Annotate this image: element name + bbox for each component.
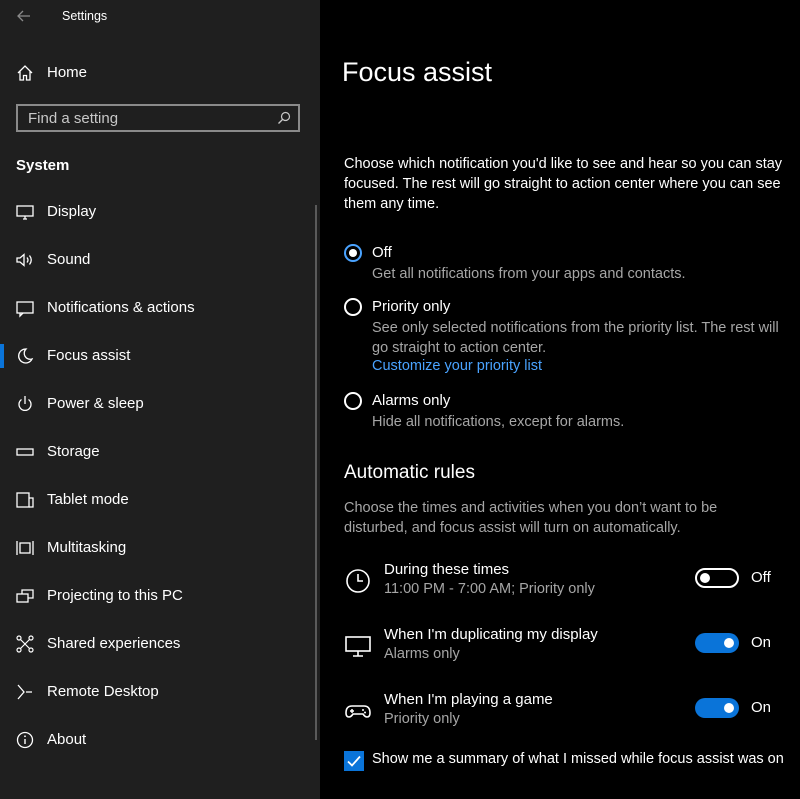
sidebar-item-sound[interactable]: Sound [0,240,316,280]
rule-toggle-playing-game[interactable] [695,698,739,718]
toggle-state: On [751,634,772,651]
speaker-icon [14,249,36,271]
sidebar-item-label: Sound [47,251,91,268]
rule-toggle-duplicating-display[interactable] [695,633,739,653]
sidebar-item-label: Remote Desktop [47,683,159,700]
rule-title: When I'm playing a game [384,691,553,708]
rule-playing-game[interactable]: When I'm playing a game Priority only On [344,691,794,741]
radio-priority-only[interactable] [344,298,362,316]
title-bar: Settings [0,0,320,34]
sidebar-item-remote-desktop[interactable]: Remote Desktop [0,672,316,712]
projecting-icon [14,585,36,607]
tablet-icon [14,489,36,511]
summary-checkbox[interactable] [344,751,364,771]
search-icon[interactable] [276,110,292,126]
sidebar-item-notifications[interactable]: Notifications & actions [0,288,316,328]
remote-desktop-icon [14,681,36,703]
sidebar-item-label: Power & sleep [47,395,144,412]
sidebar-item-storage[interactable]: Storage [0,432,316,472]
automatic-rules-description: Choose the times and activities when you… [344,500,718,536]
sidebar-item-label: Home [47,64,88,81]
sidebar-item-about[interactable]: About [0,720,316,760]
checkmark-icon [347,755,361,767]
option-label: Off [372,244,392,261]
automatic-rules-header: Automatic rules [344,462,475,483]
storage-icon [14,441,36,463]
option-description: Hide all notifications, except for alarm… [372,414,625,430]
sidebar-item-power-sleep[interactable]: Power & sleep [0,384,316,424]
rule-subtitle[interactable]: Alarms only [384,646,460,662]
sidebar-item-label: Storage [47,443,100,460]
option-label: Priority only [372,298,451,315]
sidebar-item-label: Display [47,203,97,220]
radio-alarms-only[interactable] [344,392,362,410]
back-arrow-icon[interactable] [14,6,34,26]
sidebar-item-display[interactable]: Display [0,192,316,232]
rule-duplicating-display[interactable]: When I'm duplicating my display Alarms o… [344,626,794,676]
search-input[interactable] [18,106,278,130]
option-label: Alarms only [372,392,451,409]
page-title: Focus assist [342,57,493,87]
rule-toggle-during-times[interactable] [695,568,739,588]
customize-priority-link[interactable]: Customize your priority list [372,358,542,374]
sidebar-item-label: Shared experiences [47,635,181,652]
moon-icon [14,345,36,367]
sidebar-item-home[interactable]: Home [0,56,320,90]
rule-subtitle[interactable]: 11:00 PM - 7:00 AM; Priority only [384,581,595,597]
rule-during-times[interactable]: During these times 11:00 PM - 7:00 AM; P… [344,561,794,611]
toggle-state: Off [751,569,771,586]
gamepad-icon [344,697,372,725]
summary-checkbox-row[interactable]: Show me a summary of what I missed while… [344,750,800,772]
app-title: Settings [62,9,108,23]
notifications-icon [14,297,36,319]
sidebar-item-focus-assist[interactable]: Focus assist [0,336,316,376]
clock-icon [344,567,372,595]
sidebar-scrollbar[interactable] [315,205,317,740]
toggle-state: On [751,699,772,716]
sidebar-item-tablet-mode[interactable]: Tablet mode [0,480,316,520]
power-icon [14,393,36,415]
intro-text: Choose which notification you'd like to … [344,156,783,212]
home-icon [14,62,36,84]
sidebar-item-projecting[interactable]: Projecting to this PC [0,576,316,616]
section-header-system: System [16,157,70,174]
multitasking-icon [14,537,36,559]
shared-icon [14,633,36,655]
radio-off[interactable] [344,244,362,262]
sidebar-item-multitasking[interactable]: Multitasking [0,528,316,568]
sidebar-item-label: Tablet mode [47,491,129,508]
sidebar-item-shared-experiences[interactable]: Shared experiences [0,624,316,664]
rule-title: When I'm duplicating my display [384,626,598,643]
sidebar-item-label: Multitasking [47,539,127,556]
sidebar-item-label: Focus assist [47,347,131,364]
main-content: Focus assist Choose which notification y… [320,0,800,799]
sidebar: Settings Home System Display Sound Notif… [0,0,320,799]
sidebar-item-label: Notifications & actions [47,299,195,316]
rule-title: During these times [384,561,510,578]
option-description: Get all notifications from your apps and… [372,266,686,282]
monitor-icon [344,632,372,660]
sidebar-item-label: Projecting to this PC [47,587,183,604]
search-box[interactable] [16,104,300,132]
sidebar-item-label: About [47,731,87,748]
summary-checkbox-label: Show me a summary of what I missed while… [372,751,784,767]
rule-subtitle[interactable]: Priority only [384,711,460,727]
display-icon [14,201,36,223]
info-icon [14,729,36,751]
option-description: See only selected notifications from the… [372,320,779,356]
